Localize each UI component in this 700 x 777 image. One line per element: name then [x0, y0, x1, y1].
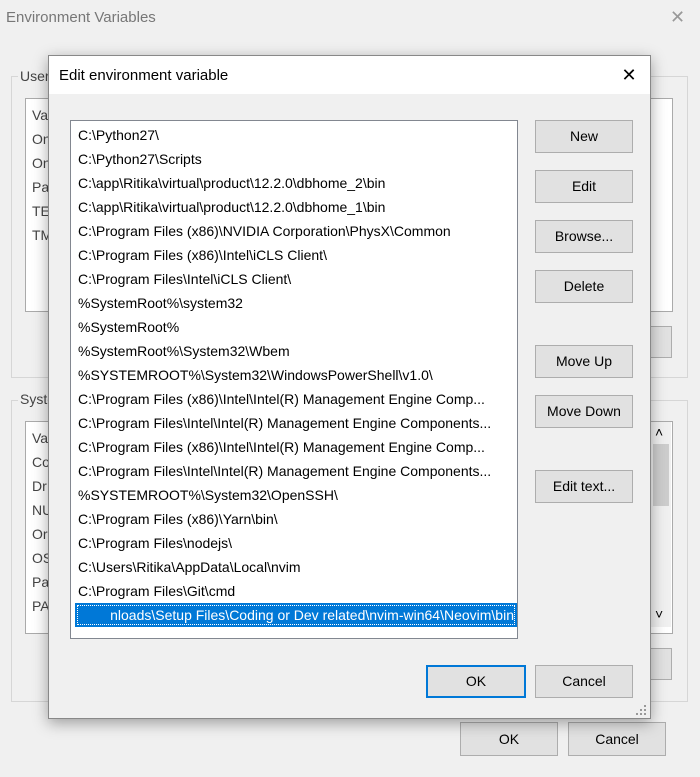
system-edit-button-partial[interactable] [648, 648, 672, 680]
close-icon[interactable]: ✕ [615, 62, 643, 88]
path-list-item[interactable]: %SYSTEMROOT%\System32\OpenSSH\ [71, 483, 511, 507]
path-list-item[interactable]: C:\Program Files\Intel\iCLS Client\ [71, 267, 511, 291]
delete-button[interactable]: Delete [535, 270, 633, 303]
path-list-item[interactable]: C:\Python27\Scripts [71, 147, 511, 171]
dialog-title: Edit environment variable [59, 67, 229, 84]
path-list-item[interactable]: C:\app\Ritika\virtual\product\12.2.0\dbh… [71, 195, 511, 219]
background-ok-button[interactable]: OK [460, 722, 558, 756]
path-edit-value[interactable]: nloads\Setup Files\Coding or Dev related… [110, 604, 514, 626]
user-variables-label: User [18, 68, 52, 84]
cancel-button[interactable]: Cancel [535, 665, 633, 698]
edit-environment-variable-dialog: Edit environment variable ✕ C:\Python27\… [48, 55, 651, 719]
ok-button[interactable]: OK [426, 665, 526, 698]
path-list-item[interactable]: C:\Python27\ [71, 123, 511, 147]
move-up-button[interactable]: Move Up [535, 345, 633, 378]
edit-text-button[interactable]: Edit text... [535, 470, 633, 503]
path-list-item[interactable]: C:\Program Files\Intel\Intel(R) Manageme… [71, 459, 511, 483]
path-list-item[interactable]: %SYSTEMROOT%\System32\WindowsPowerShell\… [71, 363, 511, 387]
path-list-item[interactable]: %SystemRoot%\System32\Wbem [71, 339, 511, 363]
move-down-button[interactable]: Move Down [535, 395, 633, 428]
path-list-item[interactable]: %SystemRoot% [71, 315, 511, 339]
path-edit-field[interactable]: nloads\Setup Files\Coding or Dev related… [75, 603, 517, 627]
resize-grip-icon[interactable] [635, 704, 647, 716]
new-button[interactable]: New [535, 120, 633, 153]
path-list-item[interactable]: C:\Program Files (x86)\Intel\Intel(R) Ma… [71, 435, 511, 459]
background-close-icon[interactable]: ✕ [670, 7, 685, 28]
path-list-item[interactable]: C:\Program Files (x86)\Yarn\bin\ [71, 507, 511, 531]
path-list-item[interactable]: C:\Program Files\Git\cmd [71, 579, 511, 603]
path-list-item[interactable]: C:\Program Files (x86)\Intel\iCLS Client… [71, 243, 511, 267]
scroll-up-icon[interactable]: ˄ [655, 424, 663, 440]
path-list-item[interactable]: %SystemRoot%\system32 [71, 291, 511, 315]
edit-button[interactable]: Edit [535, 170, 633, 203]
path-list-item[interactable]: C:\Program Files (x86)\Intel\Intel(R) Ma… [71, 387, 511, 411]
path-list-item[interactable]: C:\Program Files (x86)\NVIDIA Corporatio… [71, 219, 511, 243]
user-edit-button-partial[interactable] [648, 326, 672, 358]
background-cancel-button[interactable]: Cancel [568, 722, 666, 756]
browse-button[interactable]: Browse... [535, 220, 633, 253]
background-window-title: Environment Variables [6, 9, 156, 26]
system-list-scrollbar[interactable]: ˄ ˅ [650, 422, 671, 627]
path-list-item[interactable]: C:\app\Ritika\virtual\product\12.2.0\dbh… [71, 171, 511, 195]
scroll-down-icon[interactable]: ˅ [655, 606, 663, 622]
path-list[interactable]: C:\Python27\ C:\Python27\Scripts C:\app\Ri… [70, 120, 518, 639]
path-list-item[interactable]: C:\Program Files\nodejs\ [71, 531, 511, 555]
path-list-item[interactable]: C:\Users\Ritika\AppData\Local\nvim [71, 555, 511, 579]
dialog-titlebar: Edit environment variable ✕ [49, 56, 650, 94]
path-list-item[interactable]: C:\Program Files\Intel\Intel(R) Manageme… [71, 411, 511, 435]
scrollbar-thumb[interactable] [653, 444, 669, 506]
